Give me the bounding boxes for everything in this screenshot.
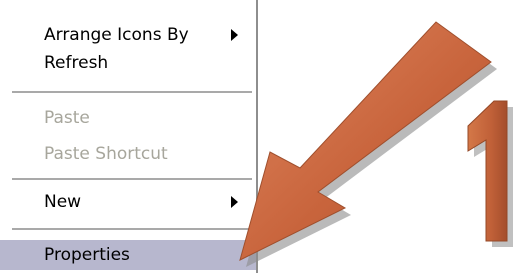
arrow-icon [239, 21, 497, 267]
tutorial-annotation: 1 [239, 21, 513, 267]
step-number-badge: 1 [467, 100, 513, 247]
